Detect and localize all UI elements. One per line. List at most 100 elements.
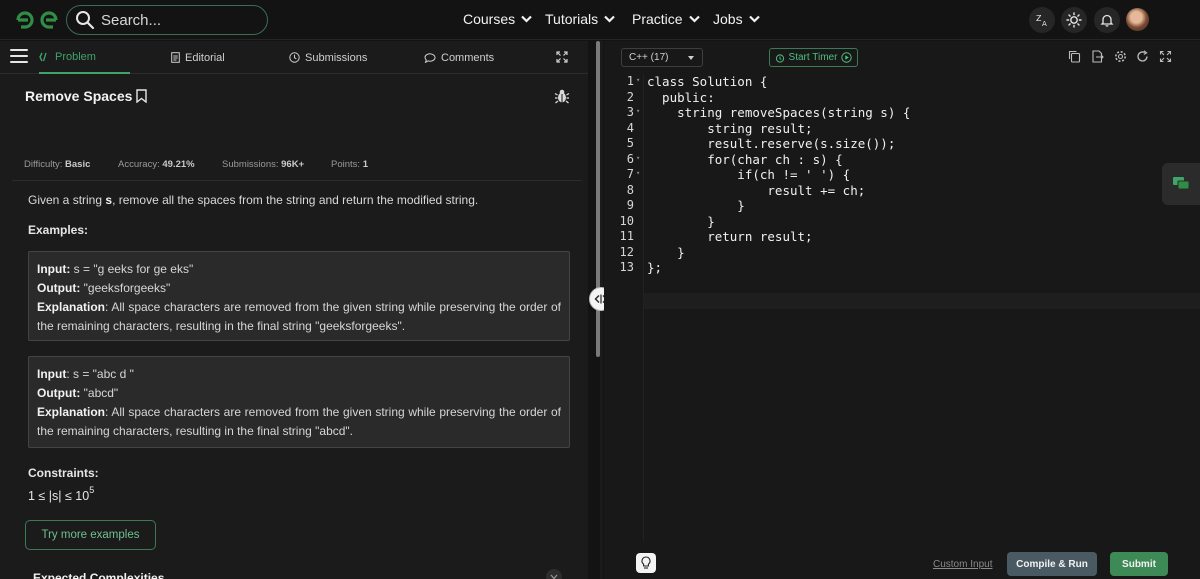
bug-icon[interactable] — [554, 88, 570, 104]
bookmark-icon[interactable] — [136, 89, 148, 103]
line-number: 10 — [619, 213, 634, 228]
line-number: 7 — [626, 167, 634, 181]
line-number: 6 — [626, 151, 634, 166]
tab-comments[interactable]: Comments — [424, 41, 494, 74]
line-number: 3 — [626, 105, 634, 119]
input-label: Input: — [37, 262, 71, 276]
nav-jobs-label: Jobs — [713, 11, 743, 27]
svg-text:A: A — [1042, 20, 1047, 27]
chevron-down-icon — [550, 574, 558, 579]
explanation-text: : All space characters are removed from … — [37, 300, 561, 333]
nav-courses-label: Courses — [463, 11, 516, 27]
top-navbar: Courses Tutorials Practice Jobs Z A — [0, 0, 1200, 40]
submit-button[interactable]: Submit — [1110, 552, 1168, 576]
output-value: "abcd" — [80, 386, 119, 400]
search-icon — [76, 11, 95, 30]
code-line: } — [647, 198, 745, 213]
difficulty-value: Basic — [65, 159, 91, 170]
explanation-label: Explanation — [37, 300, 106, 314]
file-export-icon[interactable] — [1091, 50, 1104, 63]
problem-panel: Problem Editorial Submissions Comments R… — [0, 41, 588, 579]
expand-complexities-button[interactable] — [546, 569, 562, 579]
menu-icon[interactable] — [10, 49, 28, 65]
fullscreen-icon[interactable] — [1159, 50, 1172, 63]
tab-editorial[interactable]: Editorial — [171, 41, 225, 74]
code-editor[interactable]: 1 2 3 4 5 6 7 8 9 10 11 12 13 ▾ ▾ ▾ ▾ cl… — [604, 74, 1200, 541]
tab-problem-label: Problem — [55, 50, 96, 63]
nav-practice-label: Practice — [632, 11, 683, 27]
output-label: Output: — [37, 281, 81, 295]
search-box[interactable] — [66, 5, 268, 35]
nav-jobs[interactable]: Jobs — [713, 11, 760, 27]
chevron-down-icon — [521, 15, 532, 23]
search-input[interactable] — [101, 11, 251, 29]
alarm-icon — [775, 53, 784, 63]
code-line: } — [647, 244, 685, 260]
editor-footer: Custom Input Compile & Run Submit — [604, 541, 1200, 579]
explanation-label: Explanation — [37, 405, 106, 419]
code-line: if(ch != ' ') { — [647, 167, 851, 182]
reset-icon[interactable] — [1136, 50, 1149, 63]
fold-toggle-icon[interactable]: ▾ — [636, 107, 642, 115]
expected-complexities-heading[interactable]: Expected Complexities — [33, 571, 164, 579]
difficulty-label: Difficulty: — [24, 159, 63, 170]
constraint-exponent: 5 — [89, 485, 95, 495]
chat-float-button[interactable] — [1162, 163, 1200, 205]
explanation-text: : All space characters are removed from … — [37, 405, 561, 438]
code-line: return result; — [647, 229, 813, 244]
active-line-highlight — [644, 293, 1200, 309]
try-more-examples-button[interactable]: Try more examples — [25, 520, 156, 550]
example-explanation: Explanation: All space characters are re… — [37, 403, 561, 441]
constraint-text: 1 ≤ |s| ≤ 105 — [28, 485, 95, 503]
line-number: 9 — [626, 198, 634, 212]
custom-input-link[interactable]: Custom Input — [933, 559, 992, 570]
constraints-heading: Constraints: — [28, 466, 99, 480]
language-select[interactable]: C++ (17) — [621, 48, 703, 67]
code-line: result += ch; — [647, 182, 866, 198]
fold-toggle-icon[interactable]: ▾ — [636, 169, 642, 177]
input-value: s = "g eeks for ge eks" — [70, 262, 194, 276]
example-output: Output: "geeksforgeeks" — [37, 279, 561, 298]
divider — [12, 180, 582, 181]
fold-toggle-icon[interactable]: ▾ — [636, 76, 642, 84]
translate-button[interactable]: Z A — [1029, 7, 1055, 33]
output-value: "geeksforgeeks" — [80, 281, 171, 295]
chevron-down-icon — [604, 15, 615, 23]
code-line: public: — [647, 89, 715, 105]
tab-editorial-label: Editorial — [185, 51, 225, 64]
document-icon — [171, 52, 180, 63]
points-meta: Points: 1 — [331, 159, 368, 170]
example-output: Output: "abcd" — [37, 384, 561, 403]
nav-practice[interactable]: Practice — [632, 11, 700, 27]
copy-icon[interactable] — [1068, 50, 1081, 63]
hint-button[interactable] — [636, 553, 656, 573]
translate-icon: Z A — [1036, 14, 1047, 27]
fold-toggle-icon[interactable]: ▾ — [636, 154, 642, 162]
chat-icon — [1173, 177, 1190, 190]
nav-tutorials[interactable]: Tutorials — [545, 11, 615, 27]
lightbulb-icon — [641, 556, 651, 569]
gfg-logo-icon[interactable] — [14, 9, 60, 31]
code-line: } — [647, 213, 715, 229]
chevron-down-icon — [748, 15, 760, 23]
notifications-button[interactable] — [1094, 7, 1120, 33]
accuracy-value: 49.21% — [162, 159, 195, 170]
language-value: C++ (17) — [629, 52, 669, 63]
output-label: Output: — [37, 386, 81, 400]
line-number: 12 — [619, 244, 634, 259]
chevron-down-icon — [688, 15, 700, 23]
user-avatar[interactable] — [1126, 8, 1149, 31]
settings-icon[interactable] — [1114, 50, 1127, 63]
theme-toggle-button[interactable] — [1061, 7, 1087, 33]
start-timer-button[interactable]: Start Timer — [769, 48, 858, 67]
tab-submissions[interactable]: Submissions — [289, 41, 367, 74]
problem-description: Given a string s, remove all the spaces … — [28, 193, 478, 207]
expand-icon[interactable] — [556, 51, 568, 63]
compile-run-button[interactable]: Compile & Run — [1007, 552, 1097, 576]
nav-courses[interactable]: Courses — [463, 11, 532, 27]
examples-heading: Examples: — [28, 223, 89, 237]
input-label: Input — [37, 367, 67, 381]
code-line: result.reserve(s.size()); — [647, 136, 896, 151]
nav-tutorials-label: Tutorials — [545, 11, 599, 27]
tab-problem[interactable]: Problem — [39, 41, 130, 74]
